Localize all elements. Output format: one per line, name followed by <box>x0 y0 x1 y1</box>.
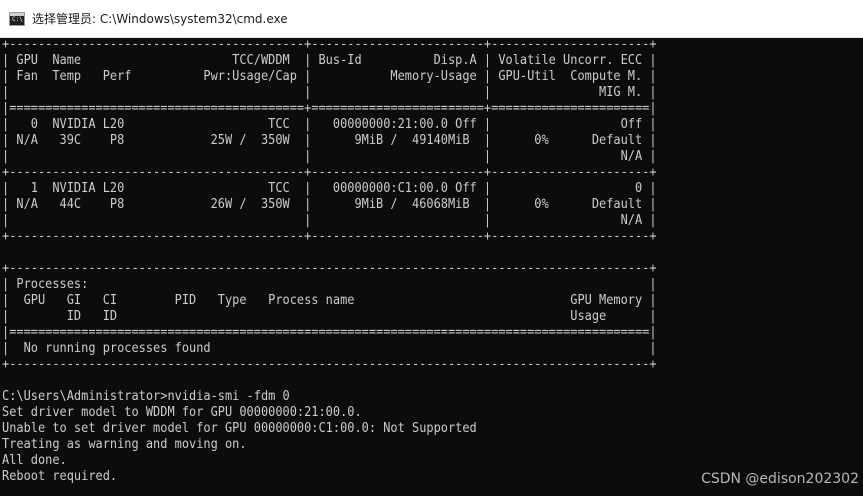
console-line: | | | N/A | <box>2 212 657 228</box>
console-line: +---------------------------------------… <box>2 356 657 372</box>
console-line: | 1 NVIDIA L20 TCC | 00000000:C1:00.0 Of… <box>2 180 657 196</box>
console-line: | ID ID Usage | <box>2 308 657 324</box>
console-line: | N/A 39C P8 25W / 350W | 9MiB / 49140Mi… <box>2 132 657 148</box>
console-line: |=======================================… <box>2 324 657 340</box>
window-title: 选择管理员: C:\Windows\system32\cmd.exe <box>32 12 288 26</box>
console-line: Reboot required. <box>2 468 118 484</box>
console-line: | N/A 44C P8 26W / 350W | 9MiB / 46068Mi… <box>2 196 657 212</box>
csdn-watermark: CSDN @edison202302 <box>701 471 859 487</box>
console-line: |=======================================… <box>2 100 657 116</box>
cmd-console-icon-glyph: C:\ <box>12 15 23 23</box>
console-line: | Fan Temp Perf Pwr:Usage/Cap | Memory-U… <box>2 68 657 84</box>
cmd-console-icon: C:\ <box>9 11 25 26</box>
console-line: | | | MIG M. | <box>2 84 657 100</box>
cmd-window: C:\ 选择管理员: C:\Windows\system32\cmd.exe +… <box>0 0 863 496</box>
console-line: | 0 NVIDIA L20 TCC | 00000000:21:00.0 Of… <box>2 116 657 132</box>
title-bar[interactable]: C:\ 选择管理员: C:\Windows\system32\cmd.exe <box>0 0 863 38</box>
console-line: | | | N/A | <box>2 148 657 164</box>
console-line: Set driver model to WDDM for GPU 0000000… <box>2 404 362 420</box>
console-line: | Processes: | <box>2 276 657 292</box>
console-line: Treating as warning and moving on. <box>2 436 247 452</box>
console-line: C:\Users\Administrator>nvidia-smi -fdm 0 <box>2 388 290 404</box>
console-output[interactable]: +---------------------------------------… <box>0 38 863 496</box>
console-line: +---------------------------------------… <box>2 228 657 244</box>
console-line: +---------------------------------------… <box>2 260 657 276</box>
console-line: | GPU GI CI PID Type Process name GPU Me… <box>2 292 657 308</box>
console-line: Unable to set driver model for GPU 00000… <box>2 420 477 436</box>
console-line: | No running processes found | <box>2 340 657 356</box>
console-line: All done. <box>2 452 67 468</box>
console-line: | GPU Name TCC/WDDM | Bus-Id Disp.A | Vo… <box>2 52 657 68</box>
console-line: +---------------------------------------… <box>2 38 657 52</box>
console-line: +---------------------------------------… <box>2 164 657 180</box>
